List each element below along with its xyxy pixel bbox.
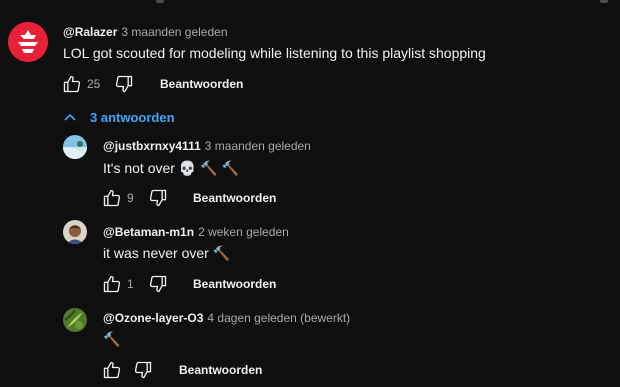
comments-section: @Ralazer 3 maanden geleden LOL got scoute… — [0, 0, 620, 387]
comment-text: LOL got scouted for modeling while liste… — [63, 45, 486, 61]
avatar[interactable] — [63, 220, 87, 244]
thumbs-up-icon — [63, 75, 81, 93]
author-name[interactable]: @Betaman-m1n — [103, 225, 194, 239]
comment-text: It's not over 💀 🔨 🔨 — [103, 160, 239, 176]
timestamp[interactable]: 3 maanden geleden — [205, 139, 311, 153]
like-button[interactable] — [100, 358, 124, 382]
timestamp[interactable]: 2 weken geleden — [198, 225, 289, 239]
replies-toggle[interactable]: 3 antwoorden — [64, 106, 175, 128]
avatar-image-icon — [63, 220, 87, 244]
thumbs-down-icon — [149, 275, 167, 293]
reply-button[interactable]: Beantwoorden — [193, 190, 276, 206]
comment-text: it was never over 🔨 — [103, 245, 231, 261]
like-button[interactable] — [100, 272, 124, 296]
comment-text: 🔨 — [103, 331, 121, 347]
avatar-image-icon — [63, 308, 87, 332]
dislike-button[interactable] — [112, 72, 136, 96]
avatar[interactable] — [63, 308, 87, 332]
comment-actions: Beantwoorden — [100, 358, 300, 382]
comment-header: @Ozone-layer-O3 4 dagen geleden (bewerkt) — [103, 310, 350, 326]
chevron-up-icon — [64, 113, 76, 121]
timestamp[interactable]: 4 dagen geleden (bewerkt) — [207, 311, 350, 325]
avatar[interactable] — [63, 135, 87, 159]
thumbs-up-icon — [103, 275, 121, 293]
comment-header: @justbxrnxy4111 3 maanden geleden — [103, 138, 311, 154]
reply-button[interactable]: Beantwoorden — [160, 76, 243, 92]
like-count: 1 — [127, 277, 134, 291]
like-count: 25 — [87, 77, 101, 91]
comment-header: @Ralazer 3 maanden geleden — [63, 24, 228, 40]
comment-thread: @Ralazer 3 maanden geleden LOL got scoute… — [0, 0, 620, 100]
reply-button[interactable]: Beantwoorden — [179, 362, 262, 378]
thumbs-up-icon — [103, 189, 121, 207]
dislike-button[interactable] — [146, 272, 170, 296]
comment-actions: 1 Beantwoorden — [100, 272, 300, 296]
comment-actions: 9 Beantwoorden — [100, 186, 300, 210]
dislike-button[interactable] — [146, 186, 170, 210]
thumbs-down-icon — [115, 75, 133, 93]
author-name[interactable]: @Ozone-layer-O3 — [103, 311, 203, 325]
like-count: 9 — [127, 191, 134, 205]
dislike-button[interactable] — [131, 358, 155, 382]
like-button[interactable] — [60, 72, 84, 96]
thumbs-up-icon — [103, 361, 121, 379]
thumbs-down-icon — [134, 361, 152, 379]
timestamp[interactable]: 3 maanden geleden — [121, 25, 227, 39]
like-button[interactable] — [100, 186, 124, 210]
reply-button[interactable]: Beantwoorden — [193, 276, 276, 292]
avatar-image-icon — [63, 135, 87, 159]
replies-toggle-label: 3 antwoorden — [90, 109, 175, 125]
channel-logo-icon — [8, 22, 48, 62]
comment-actions: 25 Beantwoorden — [60, 72, 260, 96]
avatar[interactable] — [8, 22, 48, 62]
thumbs-down-icon — [149, 189, 167, 207]
comment-header: @Betaman-m1n 2 weken geleden — [103, 224, 289, 240]
author-name[interactable]: @justbxrnxy4111 — [103, 139, 201, 153]
author-name[interactable]: @Ralazer — [63, 25, 117, 39]
